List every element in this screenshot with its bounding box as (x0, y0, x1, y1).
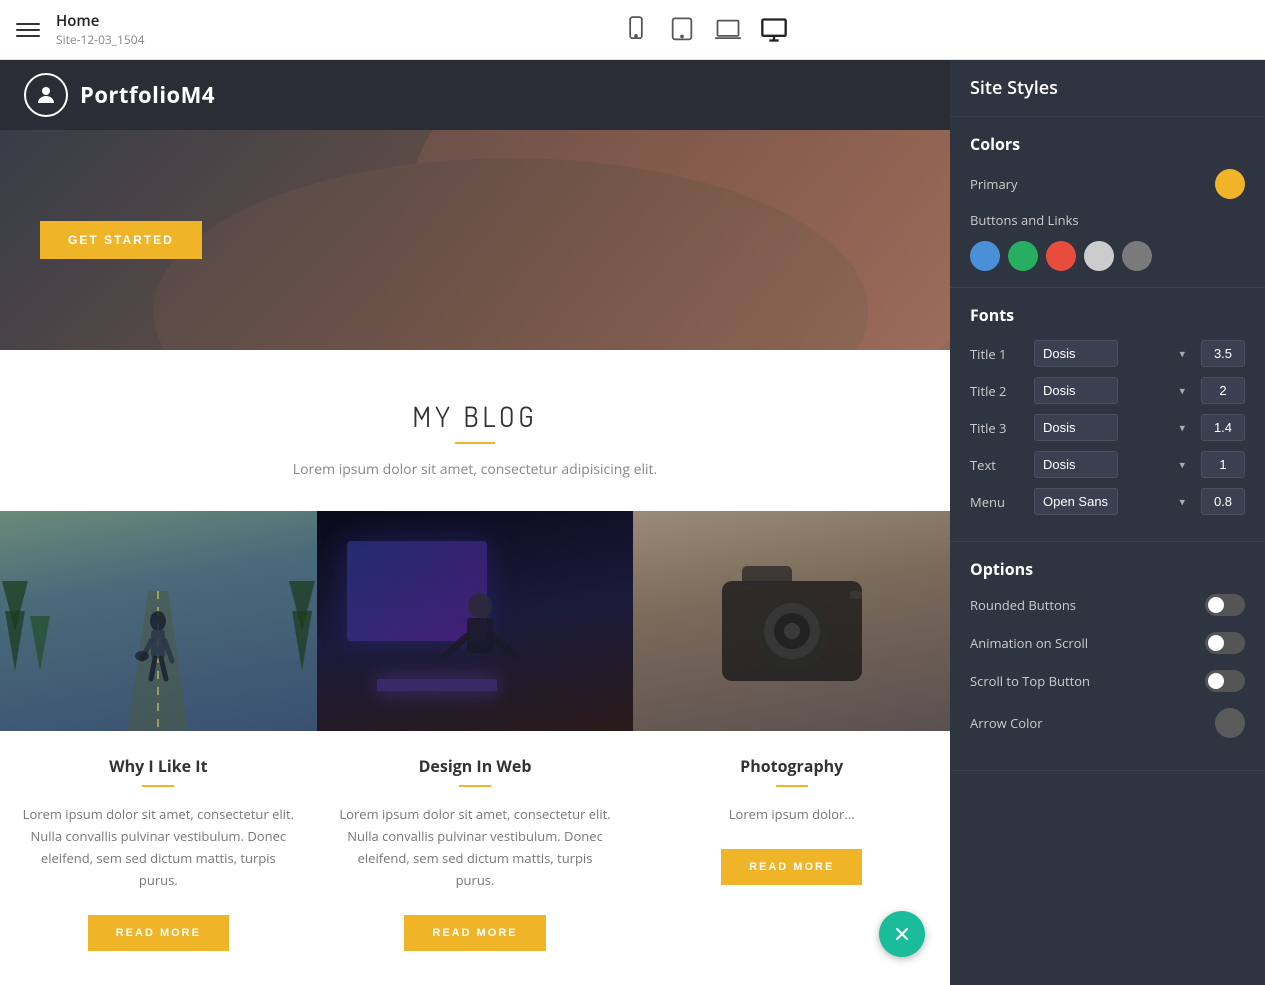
font-text-label: Text (970, 456, 1026, 474)
font-menu-size[interactable] (1201, 488, 1245, 515)
floating-action-button[interactable] (879, 911, 925, 957)
font-text-size[interactable] (1201, 451, 1245, 478)
buttons-links-label: Buttons and Links (970, 211, 1079, 229)
rounded-buttons-toggle[interactable] (1205, 594, 1245, 616)
card-3-text: Lorem ipsum dolor... (653, 803, 930, 825)
card-2-divider (459, 785, 491, 787)
color-red[interactable] (1046, 241, 1076, 271)
card-1-divider (142, 785, 174, 787)
color-dots (970, 241, 1245, 271)
fonts-section-title: Fonts (970, 304, 1245, 326)
animation-scroll-row: Animation on Scroll (970, 632, 1245, 654)
animation-scroll-toggle[interactable] (1205, 632, 1245, 654)
panel-title: Site Styles (950, 60, 1265, 117)
blog-subtitle: Lorem ipsum dolor sit amet, consectetur … (40, 460, 910, 479)
tablet-icon[interactable] (668, 16, 696, 44)
color-light-gray[interactable] (1084, 241, 1114, 271)
color-blue[interactable] (970, 241, 1000, 271)
device-switcher (622, 16, 788, 44)
font-text-row: Text DosisOpen Sans (970, 451, 1245, 478)
main-layout: PortfolioM4 GET STARTED MY BLOG Lorem ip… (0, 60, 1265, 985)
card-2-text: Lorem ipsum dolor sit amet, consectetur … (337, 803, 614, 891)
animation-scroll-label: Animation on Scroll (970, 634, 1088, 652)
card-1-read-more[interactable]: READ MORE (88, 915, 229, 951)
top-bar: Home Site-12-03_1504 (0, 0, 1265, 60)
heading-divider (455, 442, 495, 444)
site-preview: PortfolioM4 GET STARTED MY BLOG Lorem ip… (0, 60, 950, 985)
blog-heading: MY BLOG (40, 398, 910, 434)
primary-color-row: Primary (970, 169, 1245, 199)
card-2-title: Design In Web (337, 755, 614, 777)
card-1-title: Why I Like It (20, 755, 297, 777)
color-dark-gray[interactable] (1122, 241, 1152, 271)
logo-icon (24, 73, 68, 117)
laptop-icon[interactable] (714, 16, 742, 44)
card-2-body: Design In Web Lorem ipsum dolor sit amet… (317, 731, 634, 975)
font-menu-row: Menu Open SansDosis (970, 488, 1245, 515)
get-started-button[interactable]: GET STARTED (40, 221, 202, 259)
rounded-buttons-row: Rounded Buttons (970, 594, 1245, 616)
font-title3-row: Title 3 DosisOpen Sans (970, 414, 1245, 441)
font-text-select[interactable]: DosisOpen Sans (1034, 451, 1118, 478)
font-title1-select[interactable]: DosisOpen SansRoboto (1034, 340, 1118, 367)
font-title2-row: Title 2 DosisOpen Sans (970, 377, 1245, 404)
blog-card-3: Photography Lorem ipsum dolor... READ MO… (633, 511, 950, 975)
scroll-top-label: Scroll to Top Button (970, 672, 1090, 690)
color-green[interactable] (1008, 241, 1038, 271)
font-title3-select[interactable]: DosisOpen Sans (1034, 414, 1118, 441)
card-2-image (317, 511, 634, 731)
colors-section-title: Colors (970, 133, 1245, 155)
logo-text: PortfolioM4 (80, 80, 215, 110)
fonts-section: Fonts Title 1 DosisOpen SansRoboto Title… (950, 288, 1265, 542)
arrow-color-row: Arrow Color (970, 708, 1245, 738)
arrow-color-label: Arrow Color (970, 714, 1043, 732)
blog-card-2: Design In Web Lorem ipsum dolor sit amet… (317, 511, 634, 975)
blog-cards: Why I Like It Lorem ipsum dolor sit amet… (0, 511, 950, 975)
options-section: Options Rounded Buttons Animation on Scr… (950, 542, 1265, 771)
colors-section: Colors Primary Buttons and Links (950, 117, 1265, 288)
font-title1-row: Title 1 DosisOpen SansRoboto (970, 340, 1245, 367)
blog-card-1: Why I Like It Lorem ipsum dolor sit amet… (0, 511, 317, 975)
hamburger-menu[interactable] (16, 23, 40, 37)
card-3-image (633, 511, 950, 731)
card-3-divider (776, 785, 808, 787)
scroll-top-row: Scroll to Top Button (970, 670, 1245, 692)
card-3-read-more[interactable]: READ MORE (721, 849, 862, 885)
desktop-icon[interactable] (760, 16, 788, 44)
font-title2-select[interactable]: DosisOpen Sans (1034, 377, 1118, 404)
site-id: Site-12-03_1504 (56, 31, 145, 48)
arrow-color-swatch[interactable] (1215, 708, 1245, 738)
options-section-title: Options (970, 558, 1245, 580)
primary-label: Primary (970, 175, 1018, 193)
card-1-body: Why I Like It Lorem ipsum dolor sit amet… (0, 731, 317, 975)
page-name: Home (56, 11, 145, 31)
card-3-body: Photography Lorem ipsum dolor... READ MO… (633, 731, 950, 909)
blog-section: MY BLOG Lorem ipsum dolor sit amet, cons… (0, 350, 950, 479)
mobile-icon[interactable] (622, 16, 650, 44)
font-title1-label: Title 1 (970, 345, 1026, 363)
card-1-image (0, 511, 317, 731)
font-title2-label: Title 2 (970, 382, 1026, 400)
font-title2-size[interactable] (1201, 377, 1245, 404)
card-2-read-more[interactable]: READ MORE (404, 915, 545, 951)
rounded-buttons-label: Rounded Buttons (970, 596, 1076, 614)
font-menu-select[interactable]: Open SansDosis (1034, 488, 1118, 515)
hero-section: GET STARTED (0, 130, 950, 350)
nav-logo: PortfolioM4 (24, 73, 215, 117)
buttons-links-row: Buttons and Links (970, 211, 1245, 229)
site-nav: PortfolioM4 (0, 60, 950, 130)
font-title1-size[interactable] (1201, 340, 1245, 367)
scroll-top-toggle[interactable] (1205, 670, 1245, 692)
site-styles-panel: Site Styles Colors Primary Buttons and L… (950, 60, 1265, 985)
font-menu-label: Menu (970, 493, 1026, 511)
hero-content: GET STARTED (0, 221, 242, 259)
font-title3-size[interactable] (1201, 414, 1245, 441)
font-title3-label: Title 3 (970, 419, 1026, 437)
card-1-text: Lorem ipsum dolor sit amet, consectetur … (20, 803, 297, 891)
page-title-block: Home Site-12-03_1504 (56, 11, 145, 48)
primary-color-swatch[interactable] (1215, 169, 1245, 199)
card-3-title: Photography (653, 755, 930, 777)
